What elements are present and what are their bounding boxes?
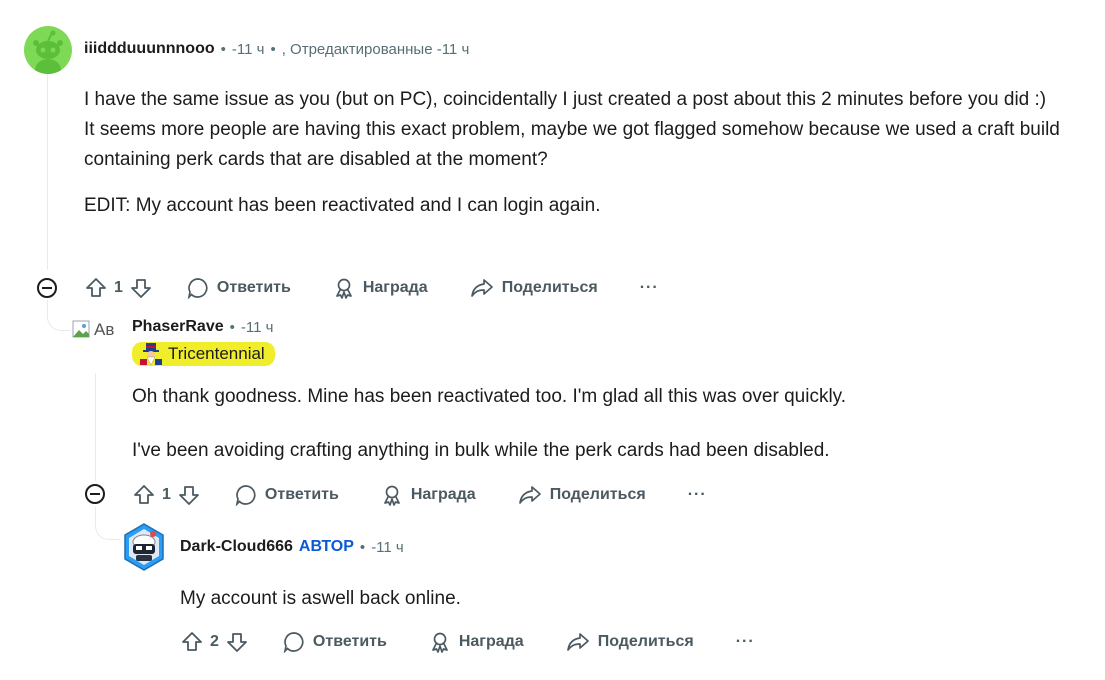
more-options-button[interactable]: ··· <box>640 279 659 297</box>
share-button[interactable]: Поделиться <box>470 277 598 299</box>
user-flair: Tricentennial <box>132 342 275 366</box>
comment-actions: 1 Ответить Награда Поделиться ··· <box>132 479 707 511</box>
comment-paragraph: I've been avoiding crafting anything in … <box>132 440 830 461</box>
share-label: Поделиться <box>501 279 598 296</box>
avatar[interactable] <box>24 26 72 74</box>
comment-header: Dark-Cloud666 АВТОР • -11 ч <box>180 538 404 556</box>
thread-line <box>47 300 48 312</box>
op-tag: АВТОР <box>298 538 354 555</box>
more-options-button[interactable]: ··· <box>688 486 707 504</box>
award-icon <box>335 278 352 299</box>
share-button[interactable]: Поделиться <box>566 631 694 653</box>
timestamp[interactable]: -11 ч <box>232 41 265 58</box>
downvote-icon[interactable] <box>129 276 153 300</box>
comment-icon <box>187 278 208 299</box>
comment-body: I have the same issue as you (but on PC)… <box>84 85 1074 221</box>
separator: • <box>220 40 226 58</box>
vote-count: 2 <box>210 633 219 650</box>
author-name[interactable]: iiiddduuunnnooo <box>84 40 215 58</box>
avatar[interactable]: Ав <box>72 318 120 342</box>
share-icon <box>518 486 541 504</box>
comment-icon <box>235 485 256 506</box>
reply-button[interactable]: Ответить <box>187 277 291 299</box>
separator: • <box>359 538 366 556</box>
more-icon: ··· <box>735 633 755 650</box>
uncle-sam-flair-icon <box>140 343 162 365</box>
reply-label: Ответить <box>264 486 339 503</box>
comment-body: My account is aswell back online. <box>180 584 1060 614</box>
comment-paragraph: My account is aswell back online. <box>180 588 461 609</box>
comment-paragraph: EDIT: My account has been reactivated an… <box>84 195 601 216</box>
collapse-button[interactable] <box>37 278 57 298</box>
comment-actions: 1 Ответить Награда Поделиться ··· <box>84 272 659 304</box>
share-label: Поделиться <box>549 486 646 503</box>
share-label: Поделиться <box>597 633 694 650</box>
separator: • <box>229 318 235 336</box>
award-icon <box>383 485 400 506</box>
more-icon: ··· <box>687 486 707 503</box>
reply-label: Ответить <box>216 279 291 296</box>
downvote-icon[interactable] <box>177 483 201 507</box>
reply-label: Ответить <box>312 633 387 650</box>
award-label: Награда <box>362 279 428 296</box>
thread-line <box>47 72 48 270</box>
share-icon <box>470 279 493 297</box>
thread-connector <box>47 312 70 331</box>
avatar[interactable] <box>120 522 168 572</box>
upvote-icon[interactable] <box>180 630 204 654</box>
vote-count: 1 <box>162 486 171 503</box>
thread-line <box>95 507 96 519</box>
comment-paragraph: I have the same issue as you (but on PC)… <box>84 89 1047 110</box>
award-button[interactable]: Награда <box>429 631 524 653</box>
share-icon <box>566 633 589 651</box>
author-name[interactable]: PhaserRave <box>132 318 224 336</box>
comment-body: Oh thank goodness. Mine has been reactiv… <box>132 382 1072 466</box>
author-name[interactable]: Dark-Cloud666 <box>180 538 293 556</box>
thread-line <box>95 373 96 481</box>
comment-header: iiiddduuunnnooo • -11 ч • , Отредактиров… <box>84 40 469 58</box>
downvote-icon[interactable] <box>225 630 249 654</box>
award-label: Награда <box>410 486 476 503</box>
comment-icon <box>283 632 304 653</box>
more-icon: ··· <box>639 279 659 296</box>
comment-header: PhaserRave • -11 ч <box>132 318 273 336</box>
robot-avatar-icon <box>124 523 164 571</box>
separator: • <box>270 40 276 58</box>
upvote-icon[interactable] <box>132 483 156 507</box>
flair-label: Tricentennial <box>168 344 265 363</box>
award-icon <box>431 632 448 653</box>
vote-count: 1 <box>114 279 123 296</box>
thread-connector <box>95 519 120 540</box>
upvote-icon[interactable] <box>84 276 108 300</box>
comment-paragraph: It seems more people are having this exa… <box>84 119 1060 170</box>
edited-label: , Отредактированные -11 ч <box>281 40 470 58</box>
award-button[interactable]: Награда <box>381 484 476 506</box>
snoo-avatar-icon <box>33 30 63 74</box>
more-options-button[interactable]: ··· <box>736 633 755 651</box>
reply-button[interactable]: Ответить <box>235 484 339 506</box>
avatar-alt-text: Ав <box>94 320 115 339</box>
timestamp[interactable]: -11 ч <box>241 319 274 336</box>
award-button[interactable]: Награда <box>333 277 428 299</box>
award-label: Награда <box>458 633 524 650</box>
broken-image-icon <box>72 320 90 338</box>
comment-paragraph: Oh thank goodness. Mine has been reactiv… <box>132 386 847 407</box>
comment-actions: 2 Ответить Награда Поделиться ··· <box>180 626 755 658</box>
share-button[interactable]: Поделиться <box>518 484 646 506</box>
timestamp[interactable]: -11 ч <box>371 539 404 556</box>
reply-button[interactable]: Ответить <box>283 631 387 653</box>
collapse-button[interactable] <box>85 484 105 504</box>
